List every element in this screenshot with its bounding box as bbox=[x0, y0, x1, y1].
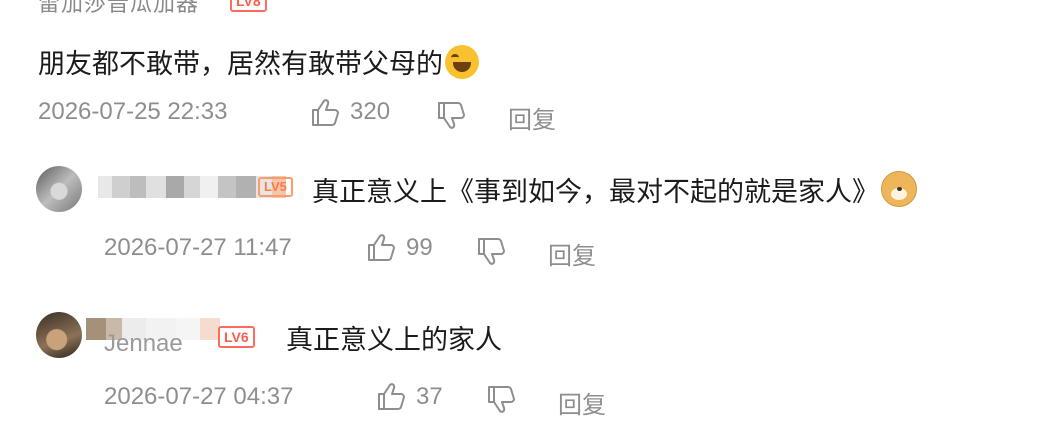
comment-text: 朋友都不敢带，居然有敢带父母的 bbox=[38, 42, 479, 81]
like-count: 99 bbox=[406, 234, 433, 261]
reply-button[interactable]: 回复 bbox=[548, 236, 596, 271]
reply-text: 真正意义上的家人 bbox=[286, 325, 502, 356]
level-badge: LV6 bbox=[218, 326, 255, 348]
like-count: 320 bbox=[350, 98, 391, 125]
reply-button[interactable]: 回复 bbox=[558, 385, 606, 420]
thumbs-up-icon[interactable] bbox=[310, 98, 342, 128]
thumbs-down-icon[interactable] bbox=[476, 236, 508, 266]
reply-button[interactable]: 回复 bbox=[508, 100, 556, 135]
like-count: 37 bbox=[416, 383, 443, 410]
thumbs-up-icon[interactable] bbox=[366, 233, 398, 263]
reply-text-body: 真正意义上《事到如今，最对不起的就是家人》 bbox=[312, 177, 879, 208]
thumbs-down-icon[interactable] bbox=[436, 100, 468, 130]
laughing-crying-emoji-icon bbox=[445, 45, 479, 79]
top-username[interactable]: 雷加莎音瓜加器 bbox=[38, 0, 199, 18]
thumbs-down-icon[interactable] bbox=[486, 384, 518, 414]
level-badge: LV8 bbox=[230, 0, 267, 12]
comment-timestamp: 2026-07-25 22:33 bbox=[38, 98, 228, 125]
username[interactable]: Jennae bbox=[104, 330, 183, 358]
doge-emoji-icon bbox=[881, 171, 917, 207]
comment-text-body: 朋友都不敢带，居然有敢带父母的 bbox=[38, 49, 443, 80]
level-badge: LV5 bbox=[258, 177, 293, 197]
avatar[interactable] bbox=[36, 166, 82, 212]
avatar[interactable] bbox=[36, 312, 82, 358]
reply-text: 真正意义上《事到如今，最对不起的就是家人》 bbox=[312, 170, 917, 209]
thumbs-up-icon[interactable] bbox=[376, 382, 408, 412]
reply-timestamp: 2026-07-27 04:37 bbox=[104, 383, 294, 410]
reply-timestamp: 2026-07-27 11:47 bbox=[104, 234, 292, 261]
